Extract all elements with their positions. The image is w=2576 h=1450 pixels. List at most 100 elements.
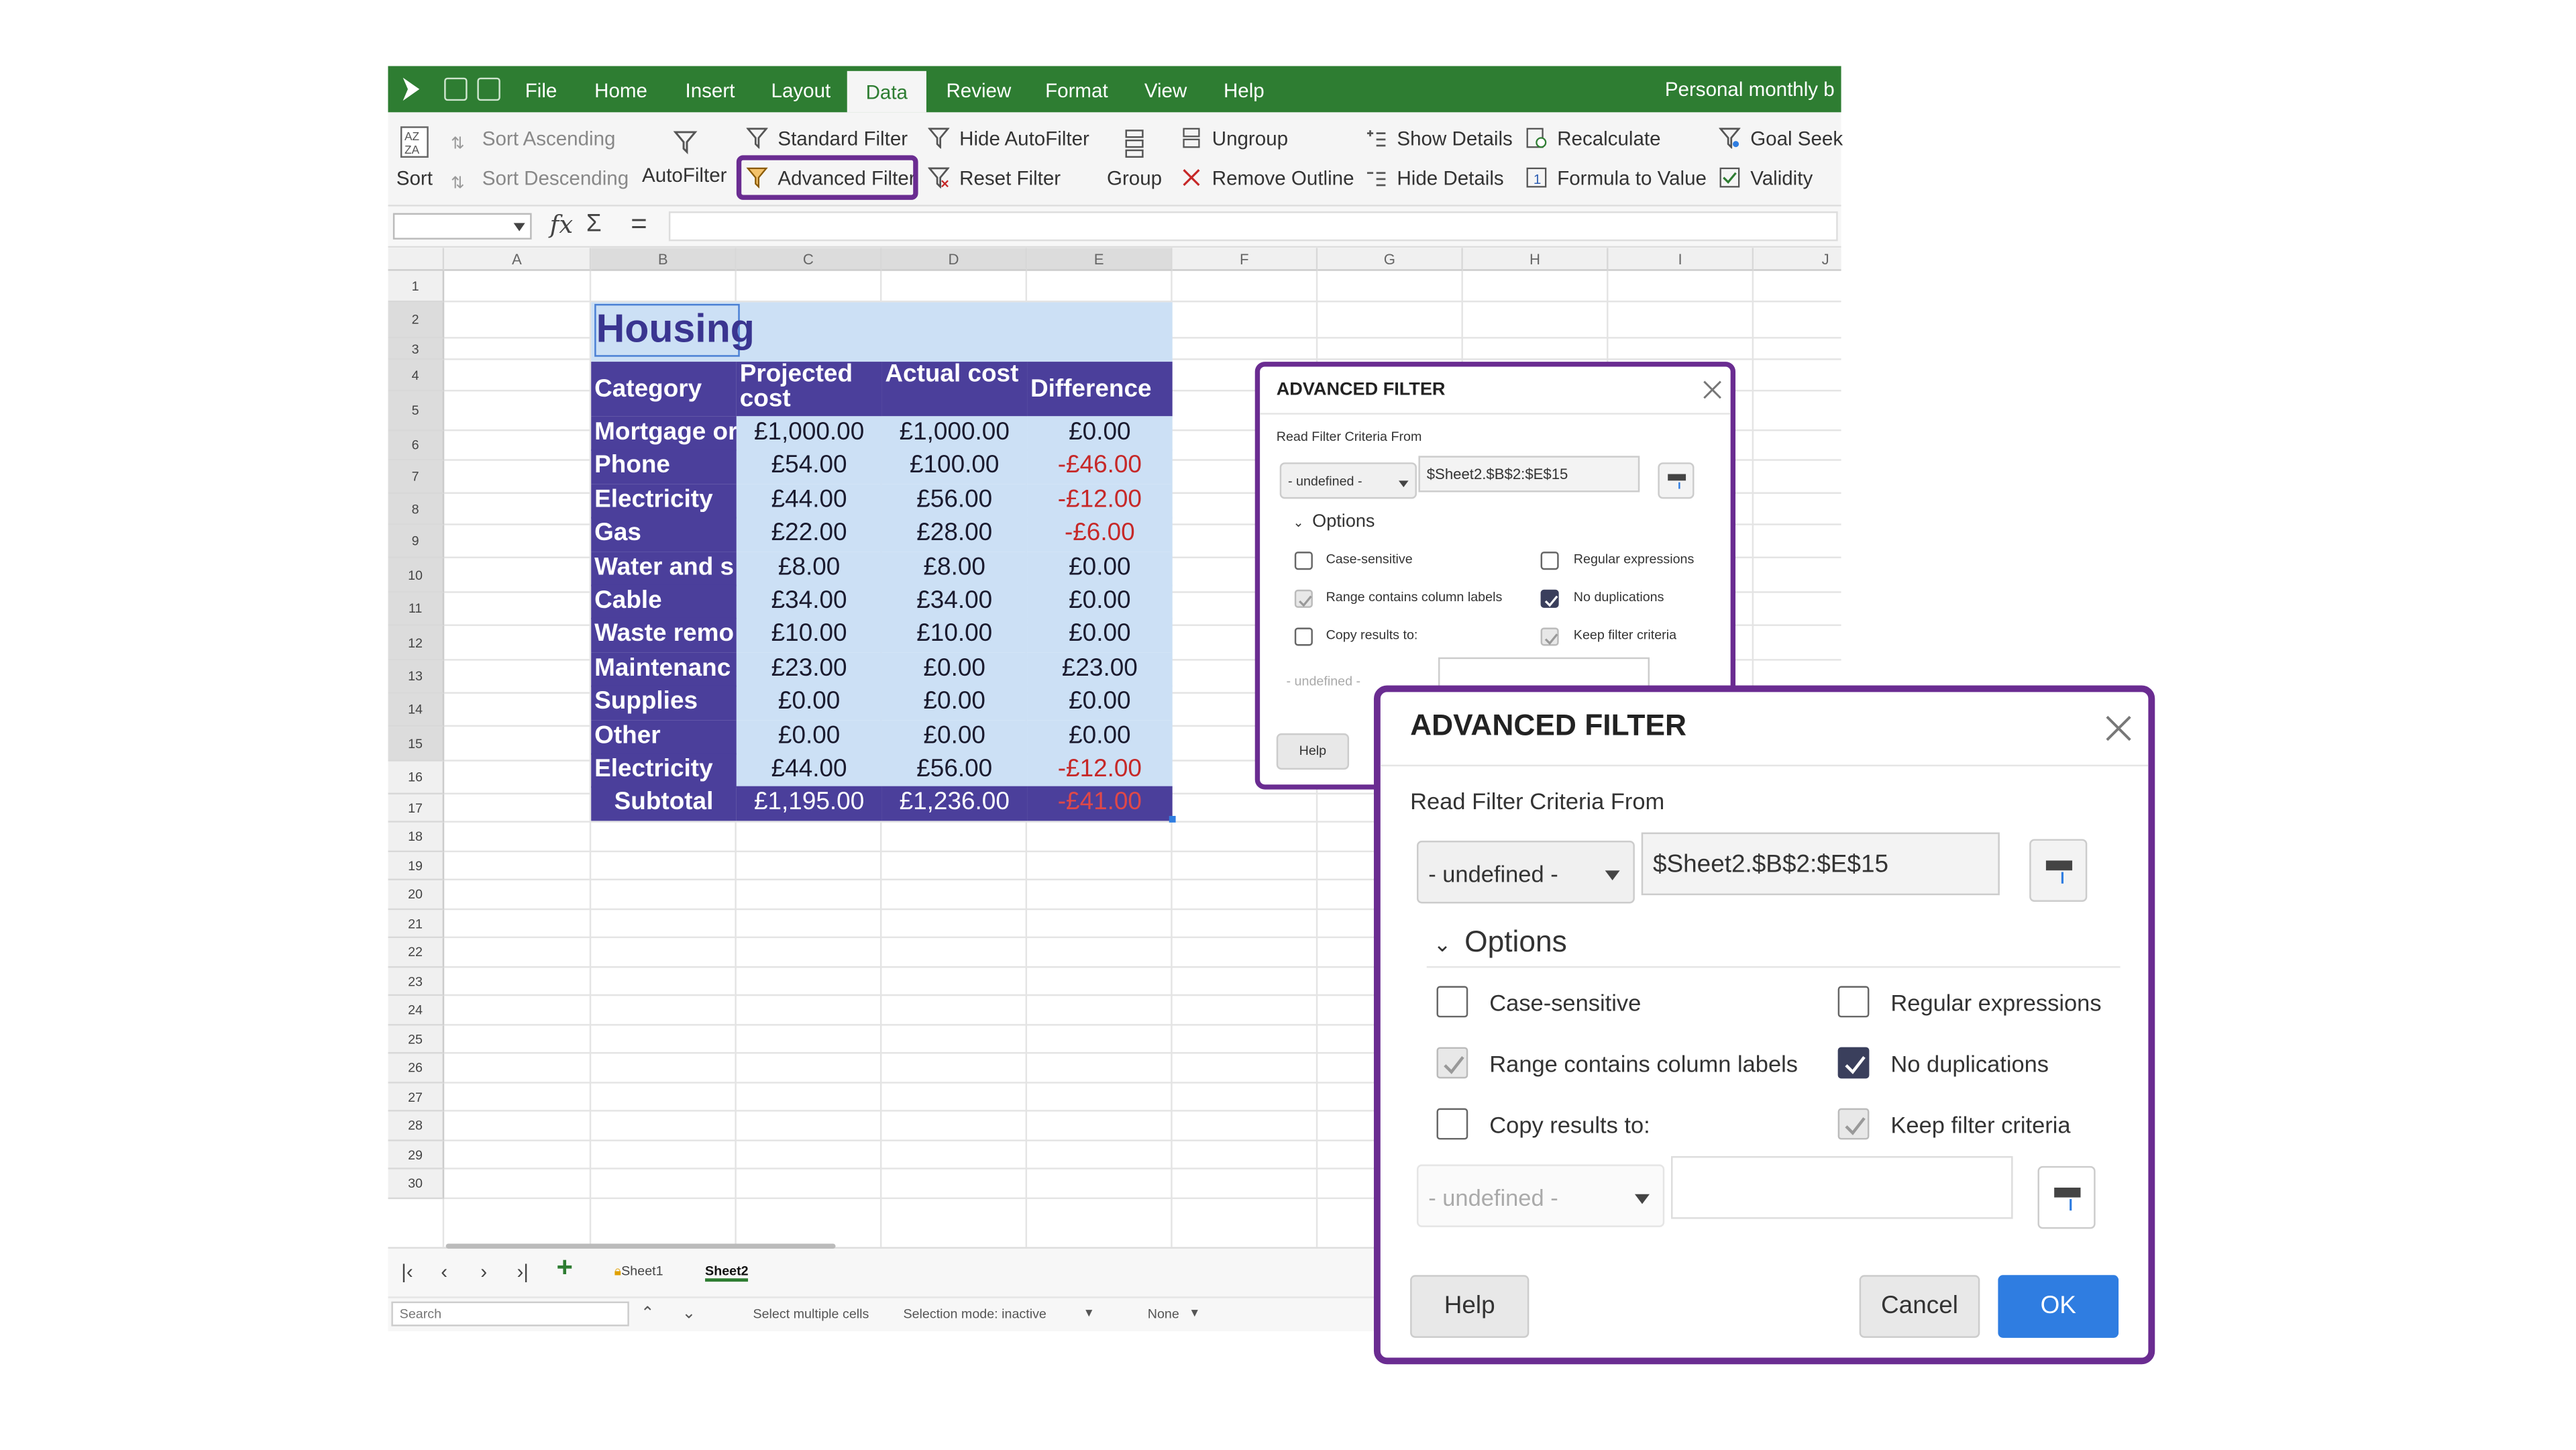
- no-duplications-checkbox[interactable]: [1540, 589, 1559, 608]
- criteria-select[interactable]: - undefined -: [1416, 840, 1635, 904]
- column-header[interactable]: G: [1318, 248, 1463, 271]
- column-header[interactable]: A: [444, 248, 592, 271]
- no-duplications-checkbox[interactable]: [1837, 1047, 1870, 1079]
- reset-filter-button[interactable]: Reset Filter: [928, 167, 1061, 190]
- row-header[interactable]: 28: [388, 1111, 445, 1141]
- difference-cell[interactable]: -£46.00: [1027, 449, 1173, 484]
- tab-data[interactable]: Data: [847, 70, 926, 113]
- row-header[interactable]: 12: [388, 625, 445, 661]
- menu-layout[interactable]: Layout: [771, 66, 831, 112]
- difference-cell[interactable]: £0.00: [1027, 617, 1173, 653]
- actual-cost-cell[interactable]: £100.00: [881, 449, 1028, 484]
- row-header[interactable]: 13: [388, 660, 445, 694]
- row-header[interactable]: 8: [388, 493, 445, 525]
- shrink-dialog-button[interactable]: [2029, 839, 2088, 902]
- row-header[interactable]: 30: [388, 1169, 445, 1200]
- regex-checkbox[interactable]: [1540, 552, 1559, 570]
- hide-details-button[interactable]: Hide Details: [1366, 167, 1504, 190]
- goal-seek-button[interactable]: Goal Seek: [1719, 127, 1843, 150]
- search-down-icon[interactable]: ⌄: [682, 1298, 696, 1331]
- subtotal-actual[interactable]: £1,236.00: [881, 786, 1028, 821]
- remove-outline-button[interactable]: Remove Outline: [1181, 167, 1354, 190]
- tab-sheet1[interactable]: 🔒︎Sheet1: [614, 1263, 663, 1280]
- row-header[interactable]: 29: [388, 1141, 445, 1170]
- hide-autofilter-button[interactable]: Hide AutoFilter: [928, 127, 1089, 150]
- projected-cost-cell[interactable]: £44.00: [736, 484, 882, 519]
- menu-format[interactable]: Format: [1045, 66, 1108, 112]
- first-sheet-icon[interactable]: |‹: [401, 1260, 413, 1283]
- projected-cost-cell[interactable]: £0.00: [736, 720, 882, 755]
- menu-home[interactable]: Home: [594, 66, 647, 112]
- row-header[interactable]: 2: [388, 302, 445, 339]
- ungroup-button[interactable]: Ungroup: [1181, 127, 1288, 150]
- sort-descending-button[interactable]: ⇅ Sort Descending: [451, 167, 629, 195]
- actual-cost-cell[interactable]: £1,000.00: [881, 416, 1028, 451]
- menu-file[interactable]: File: [525, 66, 557, 112]
- last-sheet-icon[interactable]: ›|: [517, 1260, 529, 1283]
- select-mode-status[interactable]: Select multiple cells: [753, 1298, 869, 1331]
- header-projected[interactable]: Projected cost: [736, 362, 882, 417]
- sum-icon[interactable]: Σ: [586, 210, 602, 238]
- projected-cost-cell[interactable]: £8.00: [736, 552, 882, 586]
- row-header[interactable]: 26: [388, 1053, 445, 1084]
- category-cell[interactable]: Phone: [591, 449, 737, 484]
- sheet-title[interactable]: Housing: [594, 303, 755, 357]
- column-header[interactable]: I: [1608, 248, 1754, 271]
- category-cell[interactable]: Maintenanc: [591, 652, 737, 687]
- options-expander[interactable]: ⌄ Options: [1434, 925, 1567, 960]
- menu-insert[interactable]: Insert: [686, 66, 735, 112]
- projected-cost-cell[interactable]: £1,000.00: [736, 416, 882, 451]
- subtotal-projected[interactable]: £1,195.00: [736, 786, 882, 821]
- formula-input[interactable]: [668, 211, 1838, 242]
- category-cell[interactable]: Mortgage or: [591, 416, 737, 451]
- difference-cell[interactable]: -£6.00: [1027, 517, 1173, 552]
- actual-cost-cell[interactable]: £56.00: [881, 484, 1028, 519]
- row-header[interactable]: 7: [388, 460, 445, 494]
- tab-sheet2[interactable]: Sheet2: [705, 1263, 749, 1282]
- column-header[interactable]: J: [1754, 248, 1841, 271]
- column-header[interactable]: C: [736, 248, 882, 271]
- projected-cost-cell[interactable]: £34.00: [736, 584, 882, 620]
- next-sheet-icon[interactable]: ›: [480, 1260, 487, 1283]
- cancel-button[interactable]: Cancel: [1859, 1275, 1980, 1338]
- column-header[interactable]: D: [881, 248, 1028, 271]
- function-wizard-icon[interactable]: fx: [550, 210, 573, 240]
- copy-results-checkbox[interactable]: [1436, 1108, 1468, 1140]
- zoom-status[interactable]: None: [1148, 1298, 1179, 1331]
- row-header[interactable]: 1: [388, 270, 445, 303]
- search-input[interactable]: [391, 1301, 629, 1327]
- row-header[interactable]: 24: [388, 996, 445, 1026]
- close-icon[interactable]: [1703, 380, 1723, 400]
- actual-cost-cell[interactable]: £10.00: [881, 617, 1028, 653]
- column-header[interactable]: E: [1027, 248, 1173, 271]
- criteria-range-input[interactable]: $Sheet2.$B$2:$E$15: [1418, 456, 1640, 493]
- row-header[interactable]: 22: [388, 938, 445, 968]
- projected-cost-cell[interactable]: £0.00: [736, 685, 882, 721]
- row-header[interactable]: 20: [388, 880, 445, 911]
- recalculate-button[interactable]: Recalculate: [1525, 127, 1661, 150]
- shrink-dialog-button[interactable]: [1658, 462, 1695, 499]
- actual-cost-cell[interactable]: £28.00: [881, 517, 1028, 552]
- actual-cost-cell[interactable]: £8.00: [881, 552, 1028, 586]
- difference-cell[interactable]: -£12.00: [1027, 753, 1173, 788]
- row-header[interactable]: 17: [388, 794, 445, 823]
- column-header[interactable]: H: [1462, 248, 1609, 271]
- fill-handle[interactable]: [1169, 815, 1176, 823]
- corner-select-all[interactable]: [388, 248, 445, 271]
- help-button[interactable]: Help: [1410, 1275, 1529, 1338]
- name-box[interactable]: [392, 213, 532, 240]
- search-up-icon[interactable]: ⌃: [641, 1298, 655, 1331]
- category-cell[interactable]: Gas: [591, 517, 737, 552]
- sort-ascending-button[interactable]: ⇅ Sort Ascending: [451, 127, 615, 156]
- horizontal-scrollbar[interactable]: [445, 1243, 836, 1249]
- actual-cost-cell[interactable]: £0.00: [881, 685, 1028, 721]
- subtotal-difference[interactable]: -£41.00: [1027, 786, 1173, 821]
- sort-button[interactable]: AZ ZA Sort: [396, 125, 433, 190]
- row-header[interactable]: 6: [388, 431, 445, 461]
- autofilter-button[interactable]: AutoFilter: [639, 129, 730, 187]
- projected-cost-cell[interactable]: £22.00: [736, 517, 882, 552]
- row-header[interactable]: 21: [388, 910, 445, 939]
- criteria-select[interactable]: - undefined -: [1279, 462, 1417, 499]
- category-cell[interactable]: Cable: [591, 584, 737, 620]
- category-cell[interactable]: Waste remo: [591, 617, 737, 653]
